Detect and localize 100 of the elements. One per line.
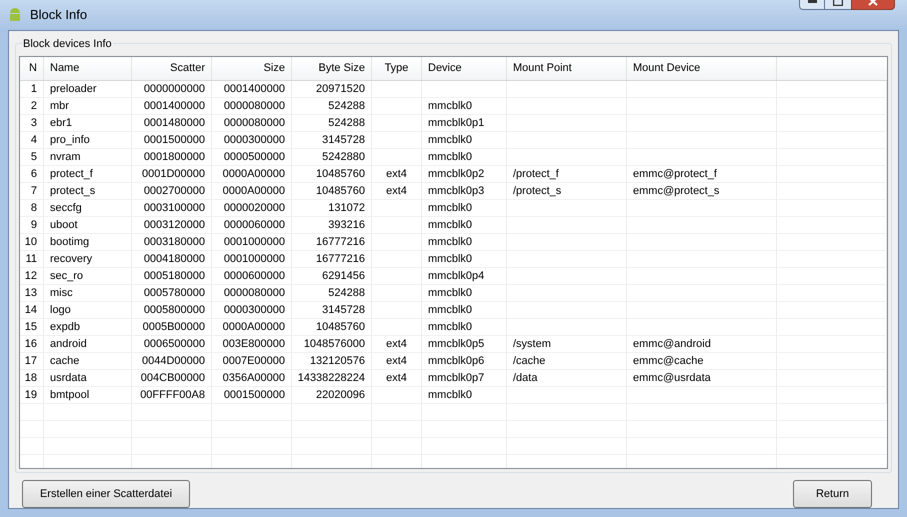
table-cell: 0000080000 xyxy=(212,285,292,301)
table-cell: 132120576 xyxy=(292,353,372,369)
table-cell: sec_ro xyxy=(44,268,132,284)
column-header[interactable]: Byte Size xyxy=(292,57,372,80)
table-cell: 0000600000 xyxy=(212,268,292,284)
table-cell: 131072 xyxy=(292,200,372,216)
table-cell: android xyxy=(44,336,132,352)
minimize-icon xyxy=(808,0,816,2)
table-cell: 6291456 xyxy=(292,268,372,284)
table-cell: 14338228224 xyxy=(292,370,372,386)
table-cell: /system xyxy=(507,336,627,352)
table-cell: 0005800000 xyxy=(132,302,212,318)
table-cell: mmcblk0 xyxy=(422,98,507,114)
table-cell: seccfg xyxy=(44,200,132,216)
table-cell: 12 xyxy=(20,268,44,284)
table-cell: 0000300000 xyxy=(212,132,292,148)
table-cell: mmcblk0p1 xyxy=(422,115,507,131)
table-cell: 0001480000 xyxy=(132,115,212,131)
table-cell: 0001500000 xyxy=(132,132,212,148)
table-cell: 10485760 xyxy=(292,166,372,182)
table-cell: 14 xyxy=(20,302,44,318)
column-header[interactable]: N xyxy=(20,57,44,80)
column-header[interactable]: Scatter xyxy=(132,57,212,80)
table-cell: 0003120000 xyxy=(132,217,212,233)
table-cell: 3 xyxy=(20,115,44,131)
table-cell: 17 xyxy=(20,353,44,369)
table-cell: 0000300000 xyxy=(212,302,292,318)
table-cell: 16777216 xyxy=(292,251,372,267)
table-cell: 0356A00000 xyxy=(212,370,292,386)
table-cell: emmc@cache xyxy=(627,353,777,369)
column-header[interactable]: Mount Device xyxy=(627,57,777,80)
table-cell: logo xyxy=(44,302,132,318)
table-cell: recovery xyxy=(44,251,132,267)
table-cell: mmcblk0p6 xyxy=(422,353,507,369)
table-cell: 0000A00000 xyxy=(212,166,292,182)
table-cell: 3145728 xyxy=(292,302,372,318)
table-cell: bmtpool xyxy=(44,387,132,403)
table-cell: 5 xyxy=(20,149,44,165)
return-button[interactable]: Return xyxy=(793,480,872,508)
table-cell: 393216 xyxy=(292,217,372,233)
table-cell: 0001000000 xyxy=(212,251,292,267)
table-cell: mmcblk0 xyxy=(422,149,507,165)
table-cell: 0000060000 xyxy=(212,217,292,233)
table-cell: 0003100000 xyxy=(132,200,212,216)
table-cell: mmcblk0 xyxy=(422,234,507,250)
table-cell: 8 xyxy=(20,200,44,216)
table-cell: bootimg xyxy=(44,234,132,250)
table-cell: mmcblk0 xyxy=(422,302,507,318)
table-cell: ebr1 xyxy=(44,115,132,131)
table-cell: 004CB00000 xyxy=(132,370,212,386)
table-cell: 7 xyxy=(20,183,44,199)
column-header[interactable]: Name xyxy=(44,57,132,80)
table-cell: 3145728 xyxy=(292,132,372,148)
table-cell: ext4 xyxy=(372,336,422,352)
table-cell: mmcblk0 xyxy=(422,251,507,267)
table-cell: mmcblk0 xyxy=(422,217,507,233)
table-cell: expdb xyxy=(44,319,132,335)
table-cell: 11 xyxy=(20,251,44,267)
table-cell: nvram xyxy=(44,149,132,165)
table-cell: misc xyxy=(44,285,132,301)
table-cell: 0001000000 xyxy=(212,234,292,250)
column-header[interactable]: Size xyxy=(212,57,292,80)
table-cell: mmcblk0 xyxy=(422,285,507,301)
table-cell: 0000A00000 xyxy=(212,183,292,199)
table-cell: emmc@protect_f xyxy=(627,166,777,182)
table-cell: 0006500000 xyxy=(132,336,212,352)
column-header[interactable]: Type xyxy=(372,57,422,80)
table-cell: /protect_s xyxy=(507,183,627,199)
table-cell: 0007E00000 xyxy=(212,353,292,369)
table-cell: 10485760 xyxy=(292,183,372,199)
table-cell: ext4 xyxy=(372,183,422,199)
create-scatter-button[interactable]: Erstellen einer Scatterdatei xyxy=(22,480,190,508)
table-cell: pro_info xyxy=(44,132,132,148)
column-header[interactable]: Mount Point xyxy=(507,57,627,80)
table-cell: ext4 xyxy=(372,166,422,182)
column-header[interactable]: Device xyxy=(422,57,507,80)
table-cell: /data xyxy=(507,370,627,386)
table-cell: 13 xyxy=(20,285,44,301)
table-cell: 2 xyxy=(20,98,44,114)
table-cell: 1048576000 xyxy=(292,336,372,352)
table-cell: mmcblk0 xyxy=(422,132,507,148)
table-cell: protect_f xyxy=(44,166,132,182)
table-cell: mmcblk0 xyxy=(422,387,507,403)
table-cell: ext4 xyxy=(372,353,422,369)
table-cell: 00FFFF00A8 xyxy=(132,387,212,403)
table-cell: 0001D00000 xyxy=(132,166,212,182)
table-cell: 0000080000 xyxy=(212,115,292,131)
table-cell: 16 xyxy=(20,336,44,352)
table-cell: 0001400000 xyxy=(212,81,292,97)
table-cell: 0004180000 xyxy=(132,251,212,267)
table-cell: 19 xyxy=(20,387,44,403)
table-cell: 0000000000 xyxy=(132,81,212,97)
table-cell: 0005B00000 xyxy=(132,319,212,335)
table-cell: 1 xyxy=(20,81,44,97)
table-cell: 10 xyxy=(20,234,44,250)
table-cell: cache xyxy=(44,353,132,369)
table-cell: ext4 xyxy=(372,370,422,386)
table-cell: usrdata xyxy=(44,370,132,386)
table-cell: 18 xyxy=(20,370,44,386)
table-cell: mmcblk0 xyxy=(422,319,507,335)
